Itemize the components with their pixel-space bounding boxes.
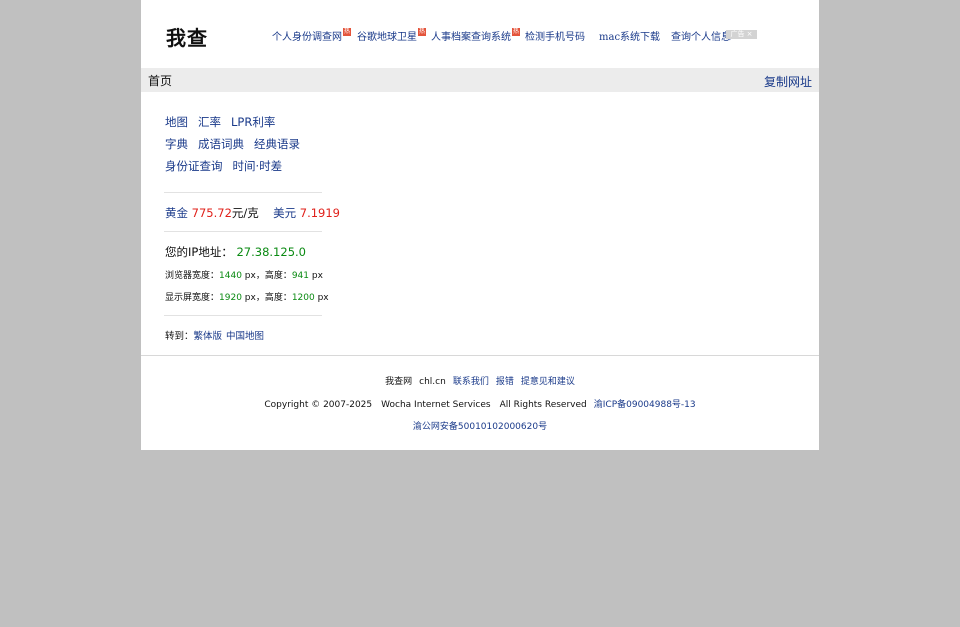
screen-height-value: 1200 <box>291 293 315 303</box>
link-exchange-rate[interactable]: 汇率 <box>198 115 221 129</box>
goto-label: 转到： <box>165 331 194 342</box>
usd-rate-link[interactable]: 美元 <box>273 206 296 220</box>
footer-divider <box>141 355 819 356</box>
tool-links-row-2: 字典 成语词典 经典语录 <box>165 136 310 152</box>
icp-link[interactable]: 渝ICP备09004988号-13 <box>594 400 696 410</box>
ad-link-bar: 个人身份调查网热 谷歌地球卫星热 人事档案查询系统热 检测手机号码 mac系统下… <box>272 28 762 42</box>
footer-police: 渝公网安备50010102000620号 <box>141 419 819 432</box>
footer-contact-link[interactable]: 联系我们 <box>453 377 489 387</box>
screen-width-value: 1920 <box>219 293 242 303</box>
ip-label: 您的IP地址： <box>165 245 233 259</box>
divider <box>164 315 322 316</box>
police-record-link[interactable]: 渝公网安备50010102000620号 <box>413 422 547 432</box>
ip-address-line: 您的IP地址： 27.38.125.0 <box>165 244 306 260</box>
footer-feedback-link[interactable]: 提意见和建议 <box>521 377 575 387</box>
link-lpr-rate[interactable]: LPR利率 <box>231 115 275 129</box>
page-container: 我查 个人身份调查网热 谷歌地球卫星热 人事档案查询系统热 检测手机号码 mac… <box>141 0 819 450</box>
price-line: 黄金 775.72元/克 美元 7.1919 <box>165 205 340 221</box>
gold-price-unit: 元/克 <box>231 206 259 220</box>
ad-link-mac-download[interactable]: mac系统下载 <box>599 28 660 42</box>
link-map[interactable]: 地图 <box>165 115 188 129</box>
copyright-text: Copyright © 2007-2025 Wocha Internet Ser… <box>264 400 587 410</box>
hot-badge: 热 <box>418 28 427 36</box>
tool-links-row-3: 身份证查询 时间·时差 <box>165 158 292 174</box>
tool-links-row-1: 地图 汇率 LPR利率 <box>165 114 285 130</box>
link-traditional-version[interactable]: 繁体版 <box>194 331 223 342</box>
divider <box>164 192 322 193</box>
link-idiom-dictionary[interactable]: 成语词典 <box>198 137 244 151</box>
ip-value: 27.38.125.0 <box>236 245 306 259</box>
footer-site-name: 我查网 <box>385 377 413 387</box>
link-classic-quotes[interactable]: 经典语录 <box>254 137 300 151</box>
hot-badge: 热 <box>512 28 521 36</box>
link-china-map[interactable]: 中国地图 <box>226 331 264 342</box>
gold-price-value: 775.72 <box>191 206 232 220</box>
ad-close-tag[interactable]: 广告 × <box>726 30 757 39</box>
hot-badge: 热 <box>343 28 352 36</box>
link-id-card-lookup[interactable]: 身份证查询 <box>165 159 223 173</box>
goto-line: 转到：繁体版 中国地图 <box>165 328 268 342</box>
ad-link-phone-check[interactable]: 检测手机号码 <box>525 28 585 42</box>
link-dictionary[interactable]: 字典 <box>165 137 188 151</box>
usd-rate-value: 7.1919 <box>299 206 340 220</box>
ad-link-id-check[interactable]: 个人身份调查网热 <box>272 28 352 42</box>
footer-domain: chl.cn <box>419 377 446 387</box>
copy-url-link[interactable]: 复制网址 <box>764 73 812 90</box>
browser-height-value: 941 <box>291 271 310 281</box>
browser-size-line: 浏览器宽度：1440 px，高度：941 px <box>165 271 323 281</box>
ad-link-personal-info[interactable]: 查询个人信息 <box>671 28 731 42</box>
screen-size-line: 显示屏宽度：1920 px，高度：1200 px <box>165 293 329 303</box>
nav-bar: 首页 复制网址 <box>141 68 819 92</box>
footer-links: 我查网 chl.cn 联系我们 报错 提意见和建议 <box>141 374 819 387</box>
footer-copyright: Copyright © 2007-2025 Wocha Internet Ser… <box>141 397 819 410</box>
link-time-zone[interactable]: 时间·时差 <box>233 159 283 173</box>
ad-link-personnel-files[interactable]: 人事档案查询系统热 <box>431 28 521 42</box>
footer-report-error-link[interactable]: 报错 <box>496 377 514 387</box>
divider <box>164 231 322 232</box>
ad-link-google-earth[interactable]: 谷歌地球卫星热 <box>357 28 427 42</box>
browser-width-value: 1440 <box>219 271 242 281</box>
gold-price-link[interactable]: 黄金 <box>165 206 188 220</box>
site-logo[interactable]: 我查 <box>166 22 208 51</box>
breadcrumb-home[interactable]: 首页 <box>148 72 172 89</box>
